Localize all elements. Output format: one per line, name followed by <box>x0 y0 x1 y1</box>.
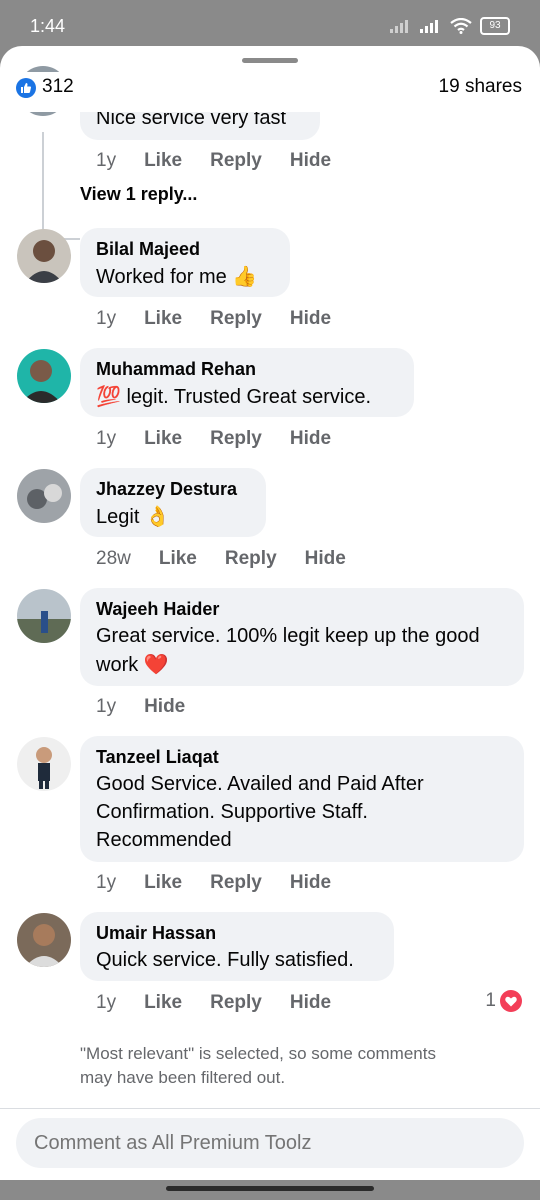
comment-text: Quick service. Fully satisfied. <box>96 949 354 971</box>
comment-time[interactable]: 1y <box>96 150 116 172</box>
like-button[interactable]: Like <box>144 872 182 894</box>
hide-button[interactable]: Hide <box>144 696 185 718</box>
signal-icon-2 <box>420 20 438 33</box>
comment-bubble: Wajeeh Haider Great service. 100% legit … <box>80 588 524 686</box>
comment-author[interactable]: Wajeeh Haider <box>96 596 508 622</box>
reply-button[interactable]: Reply <box>210 872 262 894</box>
comment-bubble: Muhammad Rehan 💯 legit. Trusted Great se… <box>80 348 414 417</box>
home-indicator[interactable] <box>166 1186 374 1191</box>
avatar[interactable] <box>17 913 71 967</box>
signal-icon <box>390 20 408 33</box>
reply-button[interactable]: Reply <box>210 992 262 1014</box>
hide-button[interactable]: Hide <box>290 428 331 450</box>
comment-actions: 1y Like Reply Hide <box>96 308 359 330</box>
comment-author[interactable]: Jhazzey Destura <box>96 476 250 502</box>
like-button[interactable]: Like <box>144 428 182 450</box>
comment-input[interactable] <box>16 1118 524 1168</box>
comment-author[interactable]: Muhammad Rehan <box>96 356 398 382</box>
comment-author[interactable]: Tanzeel Liaqat <box>96 744 508 770</box>
avatar[interactable] <box>17 737 71 791</box>
reply-button[interactable]: Reply <box>210 150 262 172</box>
comment-bubble: Umair Hassan Quick service. Fully satisf… <box>80 912 394 981</box>
comment-text: Great service. 100% legit keep up the go… <box>96 625 480 676</box>
avatar[interactable] <box>17 469 71 523</box>
comment-author[interactable]: Bilal Majeed <box>96 236 274 262</box>
comment-time[interactable]: 1y <box>96 428 116 450</box>
avatar[interactable] <box>17 349 71 403</box>
relevance-note: "Most relevant" is selected, so some com… <box>80 1044 436 1087</box>
wifi-icon <box>450 18 472 34</box>
comment-text: Worked for me 👍 <box>96 264 258 288</box>
comment-author[interactable]: Umair Hassan <box>96 920 378 946</box>
like-button[interactable]: Like <box>144 992 182 1014</box>
comments-sheet: 312 19 shares Nice service very fast 1y … <box>0 46 540 1180</box>
reply-button[interactable]: Reply <box>225 548 277 570</box>
hide-button[interactable]: Hide <box>290 150 331 172</box>
hide-button[interactable]: Hide <box>290 308 331 330</box>
like-button[interactable]: Like <box>159 548 197 570</box>
reaction-count-number: 1 <box>485 990 496 1011</box>
reply-button[interactable]: Reply <box>210 308 262 330</box>
comment-actions: 28w Like Reply Hide <box>96 548 374 570</box>
view-replies-link[interactable]: View 1 reply... <box>80 184 197 205</box>
sheet-drag-handle[interactable] <box>242 58 298 63</box>
heart-icon <box>500 990 522 1012</box>
navigation-bar <box>0 1180 540 1200</box>
like-button[interactable]: Like <box>144 308 182 330</box>
comment-actions: 1y Like Reply Hide <box>96 150 359 172</box>
shares-count[interactable]: 19 shares <box>439 76 522 98</box>
comment-bubble: Tanzeel Liaqat Good Service. Availed and… <box>80 736 524 862</box>
comment-time[interactable]: 1y <box>96 308 116 330</box>
comment-actions: 1y Like Reply Hide <box>96 428 359 450</box>
thread-line <box>42 132 80 240</box>
red-heart-emoji: ❤️ <box>143 652 169 676</box>
comment-time[interactable]: 1y <box>96 872 116 894</box>
comment-time[interactable]: 28w <box>96 548 131 570</box>
likes-count[interactable]: 312 <box>42 76 74 98</box>
thumbs-up-emoji: 👍 <box>232 264 258 288</box>
status-time: 1:44 <box>30 16 66 36</box>
status-bar: 1:44 93 <box>0 0 540 52</box>
reply-button[interactable]: Reply <box>210 428 262 450</box>
hundred-points-emoji: 💯 <box>96 384 121 408</box>
like-button[interactable]: Like <box>144 150 182 172</box>
reactions-header: 312 19 shares <box>0 72 540 112</box>
comment-actions: 1y Like Reply Hide <box>96 992 359 1014</box>
ok-hand-emoji: 👌 <box>144 504 170 528</box>
avatar[interactable] <box>17 589 71 643</box>
divider <box>0 1108 540 1109</box>
comment-text: Legit 👌 <box>96 504 170 528</box>
comment-text: Good Service. Availed and Paid After Con… <box>96 773 424 851</box>
comment-actions: 1y Hide <box>96 696 213 718</box>
hide-button[interactable]: Hide <box>290 992 331 1014</box>
status-icons: 93 <box>390 17 510 35</box>
reaction-count[interactable]: 1 <box>485 990 522 1012</box>
comment-bubble: Bilal Majeed Worked for me 👍 <box>80 228 290 297</box>
comment-time[interactable]: 1y <box>96 992 116 1014</box>
comment-actions: 1y Like Reply Hide <box>96 872 359 894</box>
comment-text: 💯 legit. Trusted Great service. <box>96 384 372 408</box>
avatar[interactable] <box>17 229 71 283</box>
battery-icon: 93 <box>480 17 510 35</box>
hide-button[interactable]: Hide <box>305 548 346 570</box>
comment-time[interactable]: 1y <box>96 696 116 718</box>
comment-bubble: Jhazzey Destura Legit 👌 <box>80 468 266 537</box>
hide-button[interactable]: Hide <box>290 872 331 894</box>
like-badge-icon <box>16 78 36 98</box>
